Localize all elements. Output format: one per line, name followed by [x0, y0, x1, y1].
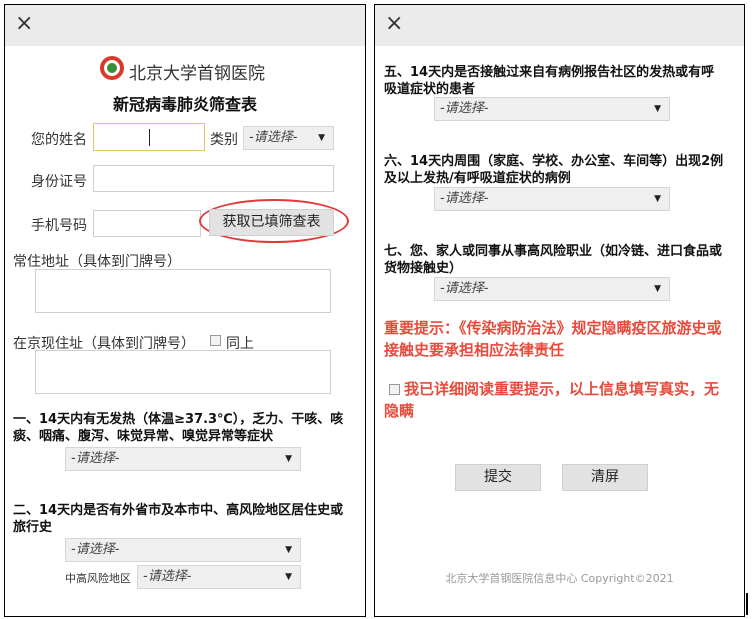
question-7-select[interactable]: -请选择- ▼: [434, 277, 670, 301]
clear-button[interactable]: 清屏: [562, 464, 648, 491]
risk-area-select-value: -请选择-: [143, 569, 192, 584]
submit-button[interactable]: 提交: [455, 464, 541, 491]
text-cursor: [149, 129, 150, 146]
footer-copyright: 北京大学首钢医院信息中心 Copyright©2021: [445, 572, 674, 585]
question-5-select[interactable]: -请选择- ▼: [434, 97, 670, 121]
chevron-down-icon: ▼: [654, 104, 661, 114]
hospital-name: 北京大学首钢医院: [129, 64, 265, 84]
category-select-value: -请选择-: [249, 130, 298, 145]
name-label: 您的姓名: [31, 132, 87, 148]
top-bar: ×: [375, 5, 744, 46]
chevron-down-icon: ▼: [285, 454, 292, 464]
form-title: 新冠病毒肺炎筛查表: [112, 95, 257, 114]
address-label: 常住地址（具体到门牌号）: [13, 254, 181, 270]
question-1-select-value: -请选择-: [71, 451, 120, 466]
address-textarea[interactable]: [35, 269, 331, 313]
hospital-logo: [100, 56, 124, 80]
top-bar: ×: [5, 5, 365, 46]
chevron-down-icon: ▼: [654, 194, 661, 204]
question-5-select-value: -请选择-: [440, 101, 489, 116]
close-icon[interactable]: ×: [15, 11, 33, 37]
right-screen: × 五、14天内是否接触过来自有病例报告社区的发热或有呼吸道症状的患者 -请选择…: [374, 4, 745, 617]
close-icon[interactable]: ×: [385, 11, 403, 37]
risk-area-select[interactable]: -请选择- ▼: [137, 565, 301, 589]
question-2: 二、14天内是否有外省市及本市中、高风险地区居住史或旅行史: [13, 503, 344, 535]
question-6: 六、14天内周围（家庭、学校、办公室、车间等）出现2例及以上发热/有呼吸道症状的…: [384, 154, 724, 186]
chevron-down-icon: ▼: [318, 133, 325, 143]
chevron-down-icon: ▼: [654, 284, 661, 294]
id-label: 身份证号: [31, 174, 87, 190]
risk-area-label: 中高风险地区: [65, 572, 131, 585]
fetch-filled-form-button[interactable]: 获取已填筛查表: [209, 209, 334, 236]
question-6-select[interactable]: -请选择- ▼: [434, 187, 670, 211]
same-as-above-checkbox[interactable]: [210, 335, 221, 346]
question-5: 五、14天内是否接触过来自有病例报告社区的发热或有呼吸道症状的患者: [384, 65, 715, 97]
beijing-address-textarea[interactable]: [35, 350, 331, 394]
id-input[interactable]: [93, 165, 334, 192]
question-7: 七、您、家人或同事从事高风险职业（如冷链、进口食品或货物接触史）: [384, 244, 723, 276]
phone-input[interactable]: [93, 210, 201, 237]
chevron-down-icon: ▼: [285, 545, 292, 555]
question-1-select[interactable]: -请选择- ▼: [65, 447, 301, 471]
chevron-down-icon: ▼: [285, 572, 292, 582]
question-6-select-value: -请选择-: [440, 191, 489, 206]
question-7-select-value: -请选择-: [440, 281, 489, 296]
name-input[interactable]: [93, 123, 205, 151]
legal-warning: 重要提示：《传染病防治法》规定隐瞒疫区旅游史或接触史要承担相应法律责任: [384, 319, 722, 359]
category-select[interactable]: -请选择- ▼: [243, 126, 334, 150]
confirm-statement: 我已详细阅读重要提示，以上信息填写真实，无隐瞒: [384, 380, 720, 420]
question-2-select-value: -请选择-: [71, 542, 120, 557]
phone-label: 手机号码: [31, 218, 87, 234]
question-1: 一、14天内有无发热（体温≥37.3℃），乏力、干咳、咳痰、咽痛、腹泻、味觉异常…: [13, 412, 344, 444]
left-screen: × 北京大学首钢医院 新冠病毒肺炎筛查表 您的姓名 类别 -请选择- ▼ 身份证…: [4, 4, 366, 617]
category-label: 类别: [210, 132, 238, 148]
question-2-select[interactable]: -请选择- ▼: [65, 538, 301, 562]
edge-mark: [746, 593, 748, 615]
